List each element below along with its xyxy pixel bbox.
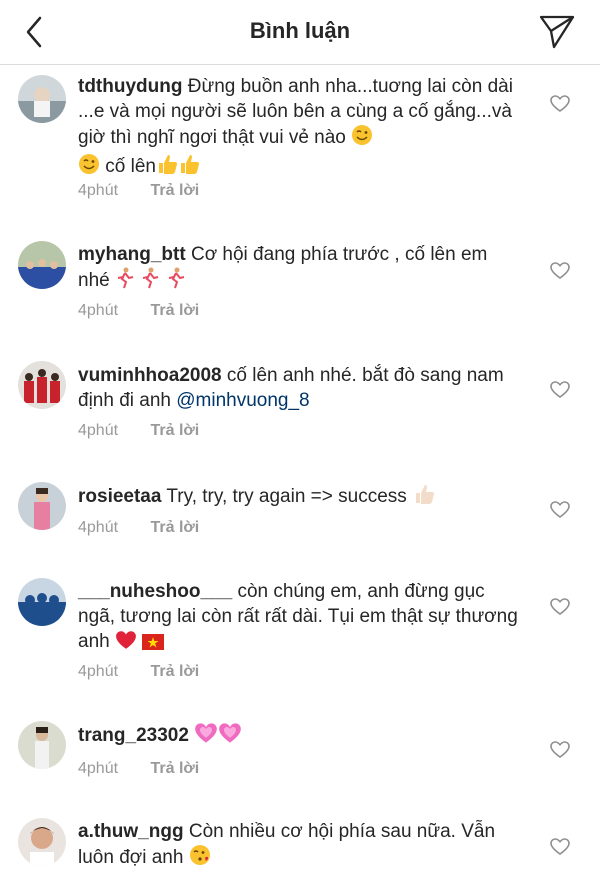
reply-button[interactable]: Trả lời — [151, 519, 200, 536]
reply-button[interactable]: Trả lời — [151, 422, 200, 439]
thumbs-up-emoji — [412, 483, 436, 512]
heart-icon[interactable] — [550, 95, 570, 113]
avatar[interactable] — [18, 818, 66, 866]
thumbs-up-emoji — [178, 153, 200, 182]
comment-text: Try, try, try again => success — [166, 486, 407, 507]
page-title: Bình luận — [249, 18, 351, 43]
comment-username[interactable]: trang_23302 — [78, 725, 189, 746]
comment-username[interactable]: vuminhhoa2008 — [78, 365, 222, 386]
paper-plane-icon[interactable] — [538, 14, 576, 50]
comment-time: 4phút — [78, 519, 119, 536]
runner-emoji — [140, 267, 160, 296]
reply-button[interactable]: Trả lời — [151, 182, 200, 199]
winking-face-emoji — [351, 124, 373, 153]
heart-icon[interactable] — [550, 598, 570, 616]
avatar[interactable] — [18, 721, 66, 769]
winking-face-emoji — [78, 153, 100, 182]
avatar[interactable] — [18, 482, 66, 530]
comment-meta: 4phút Trả lời — [78, 663, 199, 681]
comment-meta: 4phút Trả lời — [78, 519, 199, 537]
comment-meta: 4phút Trả lời — [78, 182, 199, 200]
comment-time: 4phút — [78, 760, 119, 777]
comment-username[interactable]: tdthuydung — [78, 76, 182, 97]
comment-username[interactable]: rosieetaa — [78, 486, 161, 507]
red-heart-emoji — [115, 630, 137, 657]
thumbs-up-emoji — [156, 153, 178, 182]
comment-body: ___nuheshoo___ còn chúng em, anh đừng gụ… — [78, 579, 518, 657]
avatar[interactable] — [18, 361, 66, 409]
avatar[interactable] — [18, 578, 66, 626]
comment-meta: 4phút Trả lời — [78, 422, 199, 440]
reply-button[interactable]: Trả lời — [151, 760, 200, 777]
comment-time: 4phút — [78, 422, 119, 439]
top-bar: Bình luận — [0, 0, 600, 65]
sparkling-heart-emoji — [194, 722, 218, 751]
comment-body: myhang_btt Cơ hội đang phía trước , cố l… — [78, 242, 518, 296]
comment-username[interactable]: ___nuheshoo___ — [78, 581, 232, 602]
face-blowing-kiss-emoji — [189, 844, 211, 873]
comment-time: 4phút — [78, 302, 119, 319]
runner-emoji — [166, 267, 186, 296]
avatar[interactable] — [18, 241, 66, 289]
comment-meta: 4phút Trả lời — [78, 302, 199, 320]
comment-username[interactable]: a.thuw_ngg — [78, 821, 184, 842]
comment-body: trang_23302 — [78, 722, 518, 751]
comment-meta: 4phút Trả lời — [78, 760, 199, 778]
sparkling-heart-emoji — [218, 722, 242, 751]
comment-body: tdthuydung Đừng buồn anh nha...tuơng lai… — [78, 74, 518, 182]
reply-button[interactable]: Trả lời — [151, 663, 200, 680]
heart-icon[interactable] — [550, 381, 570, 399]
comment-text-2: cố lên — [105, 156, 156, 177]
comment-time: 4phút — [78, 663, 119, 680]
vietnam-flag-emoji — [142, 632, 165, 657]
runner-emoji — [115, 267, 135, 296]
comment-body: a.thuw_ngg Còn nhiều cơ hội phía sau nữa… — [78, 819, 518, 873]
heart-icon[interactable] — [550, 838, 570, 856]
comment-time: 4phút — [78, 182, 119, 199]
comment-body: vuminhhoa2008 cố lên anh nhé. bắt đò san… — [78, 363, 518, 413]
mention-link[interactable]: @minhvuong_8 — [176, 390, 309, 411]
reply-button[interactable]: Trả lời — [151, 302, 200, 319]
heart-icon[interactable] — [550, 501, 570, 519]
comment-body: rosieetaa Try, try, try again => success — [78, 483, 518, 512]
comment-username[interactable]: myhang_btt — [78, 244, 186, 265]
avatar[interactable] — [18, 75, 66, 123]
heart-icon[interactable] — [550, 741, 570, 759]
heart-icon[interactable] — [550, 262, 570, 280]
